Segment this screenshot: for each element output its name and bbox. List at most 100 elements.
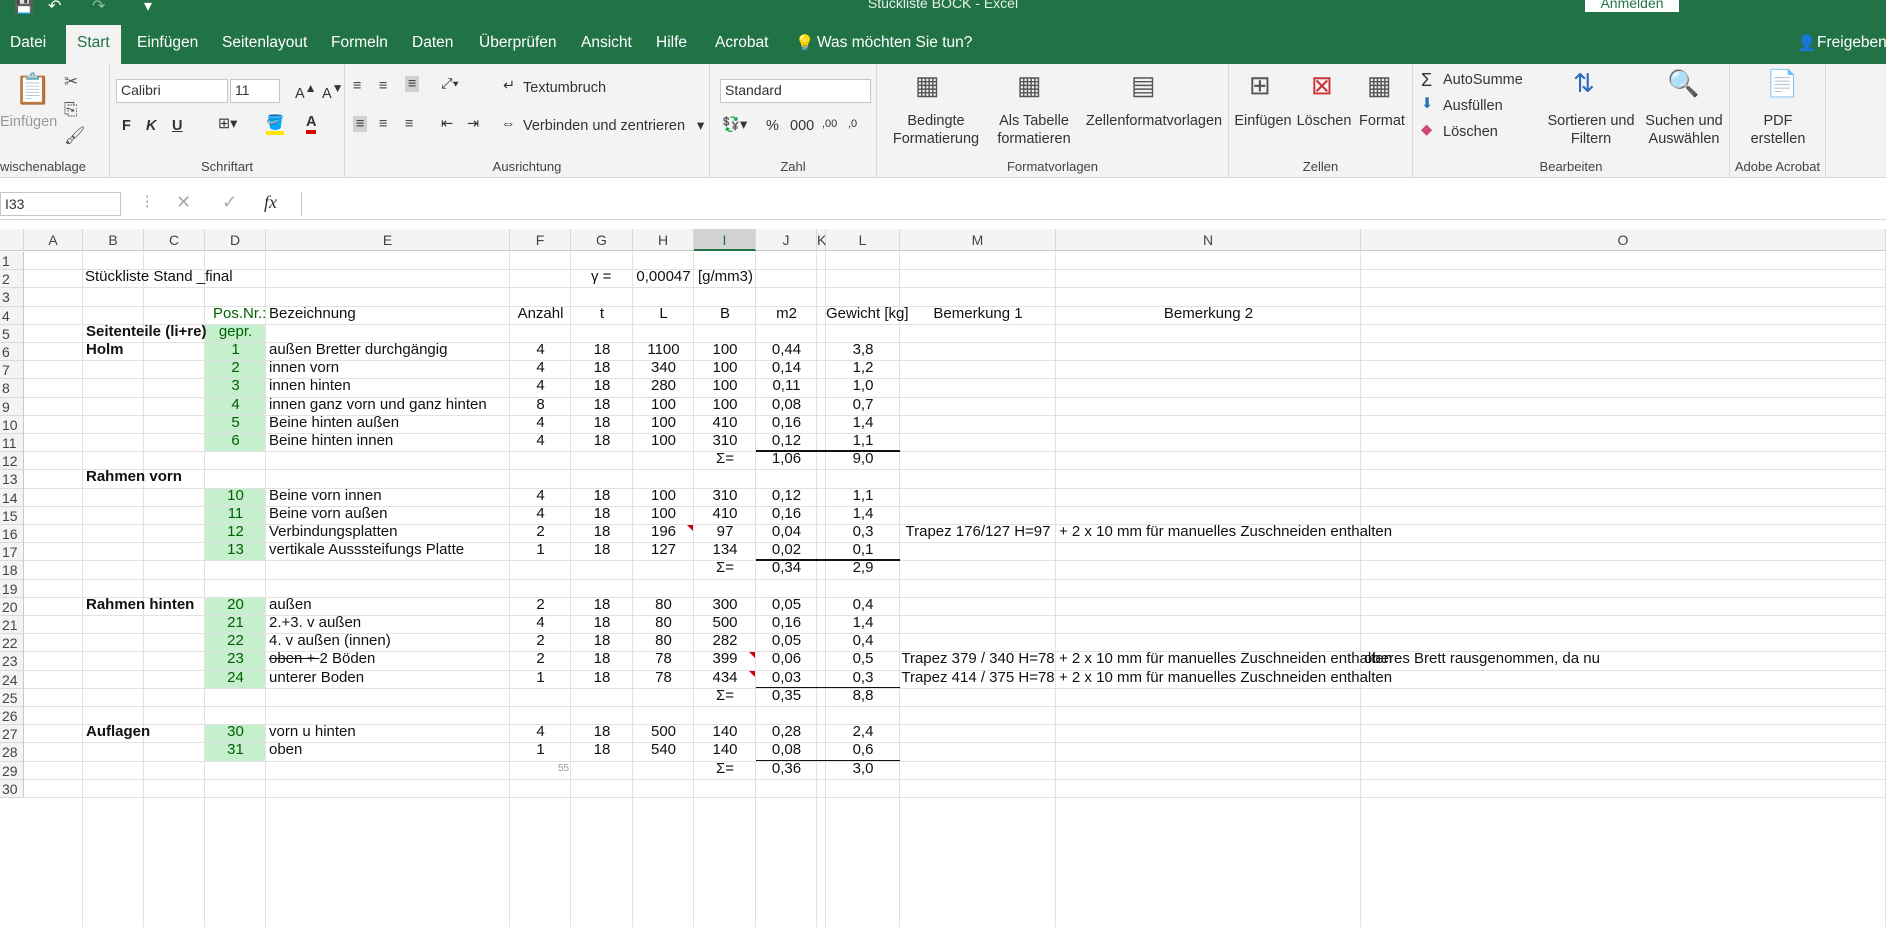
row-header-13[interactable]: 13 <box>0 470 24 489</box>
cell-l17[interactable]: 0,1 <box>826 541 900 559</box>
comment-indicator[interactable] <box>749 652 755 659</box>
tab-einfuegen[interactable]: Einfügen <box>137 34 198 52</box>
format-as-table-button[interactable]: Als Tabelle formatieren <box>985 112 1083 148</box>
row-header-25[interactable]: 25 <box>0 688 24 707</box>
cell-e15[interactable]: Beine vorn außen <box>269 505 387 523</box>
cell-j10[interactable]: 0,16 <box>756 414 817 432</box>
cell-j7[interactable]: 0,14 <box>756 359 817 377</box>
cell-l6[interactable]: 3,8 <box>826 341 900 359</box>
cell-h23[interactable]: 78 <box>633 650 694 668</box>
cell-e23[interactable]: oben + 2 Böden <box>269 650 375 668</box>
formula-input[interactable] <box>301 192 1886 216</box>
cell-n24[interactable]: + 2 x 10 mm für manuelles Zuschneiden en… <box>1059 669 1392 687</box>
cell-g16[interactable]: 18 <box>571 523 633 541</box>
row-header-20[interactable]: 20 <box>0 597 24 616</box>
cell-l14[interactable]: 1,1 <box>826 487 900 505</box>
cell-i18[interactable]: Σ= <box>694 559 756 577</box>
comment-indicator[interactable] <box>687 525 693 531</box>
cell-e11[interactable]: Beine hinten innen <box>269 432 393 450</box>
font-size-select[interactable]: 11 <box>230 79 280 103</box>
cell-f22[interactable]: 2 <box>510 632 571 650</box>
cell-h11[interactable]: 100 <box>633 432 694 450</box>
cell-j14[interactable]: 0,12 <box>756 487 817 505</box>
cell-e27[interactable]: vorn u hinten <box>269 723 356 741</box>
cell-h8[interactable]: 280 <box>633 377 694 395</box>
cell-l25[interactable]: 8,8 <box>826 687 900 705</box>
cell-e16[interactable]: Verbindungsplatten <box>269 523 397 541</box>
cell-f21[interactable]: 4 <box>510 614 571 632</box>
cell-i2[interactable]: [g/mm3) <box>698 268 753 286</box>
cell-b2[interactable]: Stückliste Stand _final <box>85 268 233 286</box>
row-header-3[interactable]: 3 <box>0 288 24 307</box>
cell-f11[interactable]: 4 <box>510 432 571 450</box>
cell-l10[interactable]: 1,4 <box>826 414 900 432</box>
spreadsheet-grid[interactable]: A B C D E F G H I J K L M N O 1 2 3 4 5 6 7 8 9 10 11 12 13 14 15 16 17… <box>0 229 1886 927</box>
cell-h28[interactable]: 540 <box>633 741 694 759</box>
align-bottom-icon[interactable]: ≡ <box>405 76 420 92</box>
cell-b6[interactable]: Holm <box>86 341 124 359</box>
cell-d28[interactable]: 31 <box>205 741 266 759</box>
row-header-21[interactable]: 21 <box>0 616 24 635</box>
cell-d4[interactable]: Pos.Nr.: <box>213 305 266 323</box>
cell-f20[interactable]: 2 <box>510 596 571 614</box>
cell-l4[interactable]: Gewicht [kg] <box>826 305 909 323</box>
cell-g2[interactable]: γ = <box>591 268 611 286</box>
cell-i8[interactable]: 100 <box>694 377 756 395</box>
cell-e14[interactable]: Beine vorn innen <box>269 487 382 505</box>
cell-g27[interactable]: 18 <box>571 723 633 741</box>
row-header-18[interactable]: 18 <box>0 561 24 580</box>
cell-d23[interactable]: 23 <box>205 650 266 668</box>
column-header-l[interactable]: L <box>826 229 900 251</box>
column-header-b[interactable]: B <box>83 229 144 251</box>
cell-l21[interactable]: 1,4 <box>826 614 900 632</box>
cell-i4[interactable]: B <box>694 305 756 323</box>
cell-g6[interactable]: 18 <box>571 341 633 359</box>
cell-j8[interactable]: 0,11 <box>756 377 817 395</box>
cell-d15[interactable]: 11 <box>205 505 266 523</box>
cell-d22[interactable]: 22 <box>205 632 266 650</box>
cell-e7[interactable]: innen vorn <box>269 359 339 377</box>
cancel-icon[interactable]: ✕ <box>176 192 191 213</box>
clear-button[interactable]: Löschen <box>1443 124 1498 140</box>
cell-j6[interactable]: 0,44 <box>756 341 817 359</box>
cell-l20[interactable]: 0,4 <box>826 596 900 614</box>
create-pdf-button[interactable]: PDF erstellen <box>1730 112 1826 148</box>
cell-g23[interactable]: 18 <box>571 650 633 668</box>
row-header-7[interactable]: 7 <box>0 361 24 380</box>
cell-g17[interactable]: 18 <box>571 541 633 559</box>
cell-f17[interactable]: 1 <box>510 541 571 559</box>
cell-i14[interactable]: 310 <box>694 487 756 505</box>
cell-l7[interactable]: 1,2 <box>826 359 900 377</box>
cell-d27[interactable]: 30 <box>205 723 266 741</box>
underline-button[interactable]: U <box>172 118 182 134</box>
row-header-1[interactable]: 1 <box>0 252 24 271</box>
row-header-14[interactable]: 14 <box>0 488 24 507</box>
cell-m16[interactable]: Trapez 176/127 H=97 <box>900 523 1056 541</box>
conditional-format-button[interactable]: Bedingte Formatierung <box>881 112 991 148</box>
cell-h10[interactable]: 100 <box>633 414 694 432</box>
tab-ueberpruefen[interactable]: Überprüfen <box>479 34 557 52</box>
cell-h7[interactable]: 340 <box>633 359 694 377</box>
cell-l27[interactable]: 2,4 <box>826 723 900 741</box>
cell-styles-button[interactable]: Zellenformatvorlagen <box>1079 112 1229 130</box>
format-cells-button[interactable]: Format <box>1353 112 1411 130</box>
tab-ansicht[interactable]: Ansicht <box>581 34 632 52</box>
tab-start[interactable]: Start <box>66 25 121 64</box>
fill-button[interactable]: Ausfüllen <box>1443 98 1503 114</box>
cell-g20[interactable]: 18 <box>571 596 633 614</box>
cell-j18[interactable]: 0,34 <box>756 559 817 577</box>
cell-l28[interactable]: 0,6 <box>826 741 900 759</box>
cell-o23[interactable]: oberes Brett rausgenommen, da nu <box>1364 650 1600 668</box>
cell-e4[interactable]: Bezeichnung <box>269 305 356 323</box>
cell-h15[interactable]: 100 <box>633 505 694 523</box>
cell-f7[interactable]: 4 <box>510 359 571 377</box>
column-header-a[interactable]: A <box>24 229 83 251</box>
cell-g11[interactable]: 18 <box>571 432 633 450</box>
cell-g9[interactable]: 18 <box>571 396 633 414</box>
fill-color-icon[interactable]: 🪣 <box>266 114 285 135</box>
row-header-24[interactable]: 24 <box>0 670 24 689</box>
italic-button[interactable]: K <box>146 118 156 134</box>
row-header-8[interactable]: 8 <box>0 379 24 398</box>
cell-e17[interactable]: vertikale Ausssteifungs Platte <box>269 541 464 559</box>
cell-l22[interactable]: 0,4 <box>826 632 900 650</box>
